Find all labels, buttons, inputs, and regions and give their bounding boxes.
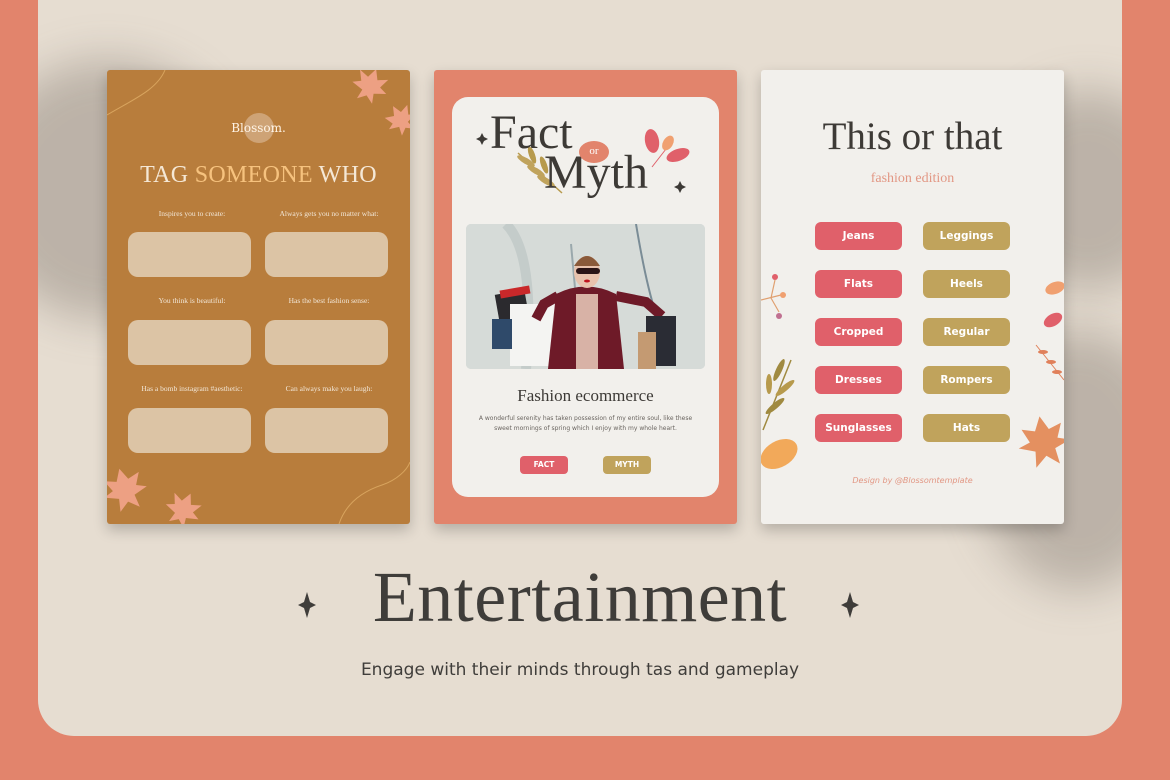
sparkle-icon bbox=[674, 181, 686, 193]
design-credit: Design by @Blossomtemplate bbox=[852, 476, 973, 485]
or-badge: or bbox=[579, 141, 609, 163]
brand-logo: Blossom. bbox=[231, 121, 286, 135]
maple-leaf-icon bbox=[107, 468, 147, 512]
sparkle-icon bbox=[476, 133, 488, 145]
answer-box[interactable] bbox=[128, 232, 251, 277]
option-this-button[interactable]: Dresses bbox=[815, 366, 902, 394]
title-part: TAG bbox=[140, 162, 195, 188]
prompt-label: Inspires you to create: bbox=[158, 209, 226, 218]
maple-leaf-icon bbox=[1018, 416, 1064, 468]
card-inner: Fact Myth or Fashion ecommerce A wonderf… bbox=[452, 97, 719, 497]
pink-leaves-icon bbox=[1035, 281, 1064, 381]
fashion-photo bbox=[466, 224, 705, 369]
pink-leaves-icon bbox=[644, 129, 690, 168]
orange-leaf-icon bbox=[761, 438, 798, 470]
myth-button[interactable]: MYTH bbox=[603, 456, 651, 474]
option-that-button[interactable]: Rompers bbox=[923, 366, 1010, 394]
option-this-button[interactable]: Cropped bbox=[815, 318, 902, 346]
option-that-button[interactable]: Hats bbox=[923, 414, 1010, 442]
prompt-label: You think is beautiful: bbox=[158, 296, 226, 305]
shopper-illustration bbox=[466, 224, 705, 369]
answer-box[interactable] bbox=[265, 232, 388, 277]
this-or-that-card: This or that fashion edition Jeans Leggi… bbox=[761, 70, 1064, 524]
fact-or-myth-card: Fact Myth or Fashion ecommerce A wonderf… bbox=[434, 70, 737, 524]
option-that-button[interactable]: Leggings bbox=[923, 222, 1010, 250]
line-flourish bbox=[107, 70, 166, 116]
prompt-label: Has the best fashion sense: bbox=[288, 296, 370, 305]
maple-leaf-icon bbox=[165, 492, 202, 524]
fact-button[interactable]: FACT bbox=[520, 456, 568, 474]
card-title: This or that bbox=[822, 115, 1003, 158]
olive-branch-icon bbox=[762, 359, 795, 431]
prompt-label: Has a bomb instagram #aesthetic: bbox=[141, 384, 243, 393]
card-body-text: A wonderful serenity has taken possessio… bbox=[478, 415, 693, 432]
answer-box[interactable] bbox=[128, 408, 251, 453]
sparkle-icon bbox=[841, 592, 859, 618]
section-title: Entertainment bbox=[372, 557, 788, 637]
line-flourish bbox=[338, 461, 410, 524]
title-accent: SOMEONE bbox=[194, 162, 313, 188]
tag-someone-card: Blossom. TAG SOMEONE WHO Inspires you to… bbox=[107, 70, 410, 524]
option-this-button[interactable]: Jeans bbox=[815, 222, 902, 250]
prompt-label: Can always make you laugh: bbox=[285, 384, 373, 393]
maple-leaf-icon bbox=[352, 70, 389, 104]
option-that-button[interactable]: Regular bbox=[923, 318, 1010, 346]
showcase-panel: Blossom. TAG SOMEONE WHO Inspires you to… bbox=[38, 0, 1122, 736]
answer-box[interactable] bbox=[265, 320, 388, 365]
option-this-button[interactable]: Flats bbox=[815, 270, 902, 298]
berry-branch-icon bbox=[761, 274, 786, 319]
prompt-label: Always gets you no matter what: bbox=[279, 209, 379, 218]
option-this-button[interactable]: Sunglasses bbox=[815, 414, 902, 442]
title-part: WHO bbox=[312, 162, 377, 188]
card-subtitle: fashion edition bbox=[870, 171, 955, 186]
card-heading: Fashion ecommerce bbox=[517, 386, 654, 405]
section-subtitle: Engage with their minds through tas and … bbox=[360, 660, 800, 680]
answer-box[interactable] bbox=[128, 320, 251, 365]
option-that-button[interactable]: Heels bbox=[923, 270, 1010, 298]
card-title: TAG SOMEONE WHO bbox=[107, 162, 410, 189]
answer-box[interactable] bbox=[265, 408, 388, 453]
